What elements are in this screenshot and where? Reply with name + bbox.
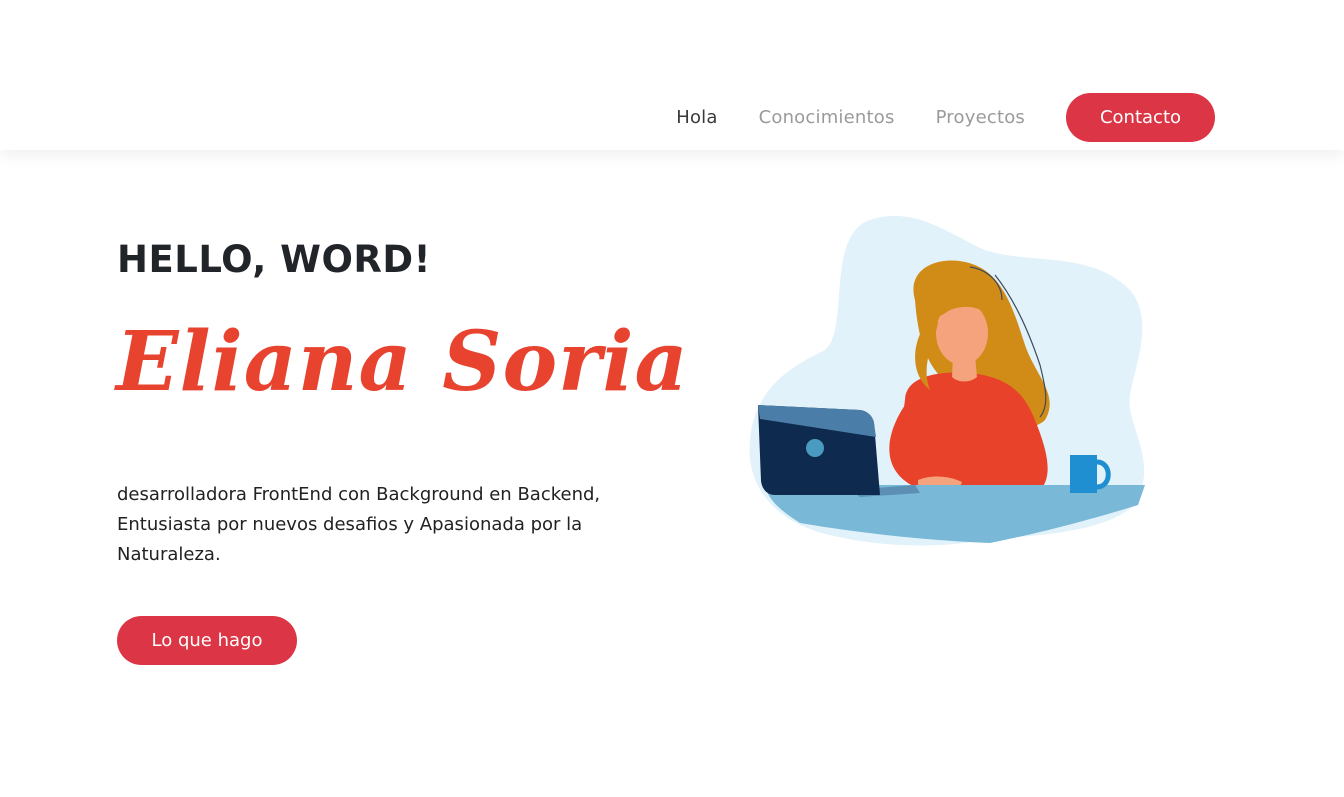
- hero-description-line-2: Entusiasta por nuevos desafios y Apasion…: [117, 514, 583, 535]
- hero-description-line-3: Naturaleza.: [117, 544, 221, 565]
- what-i-do-button[interactable]: Lo que hago: [117, 616, 297, 665]
- page: Hola Conocimientos Proyectos Contacto HE…: [0, 0, 1344, 797]
- hero-description: desarrolladora FrontEnd con Background e…: [117, 480, 657, 570]
- contact-button[interactable]: Contacto: [1066, 93, 1215, 142]
- hero-greeting: HELLO, WORD!: [117, 238, 431, 281]
- laptop-logo: [806, 439, 824, 457]
- woman-working-on-laptop-illustration: [749, 215, 1145, 546]
- mug: [1070, 455, 1097, 493]
- nav-link-proyectos[interactable]: Proyectos: [936, 107, 1025, 128]
- hero-description-line-1: desarrolladora FrontEnd con Background e…: [117, 484, 601, 505]
- site-header: Hola Conocimientos Proyectos Contacto: [0, 0, 1344, 150]
- nav-link-conocimientos[interactable]: Conocimientos: [759, 107, 895, 128]
- nav-link-hola[interactable]: Hola: [676, 107, 717, 128]
- hero-name: Eliana Soria: [116, 314, 689, 410]
- main-nav: Hola Conocimientos Proyectos Contacto: [676, 93, 1215, 142]
